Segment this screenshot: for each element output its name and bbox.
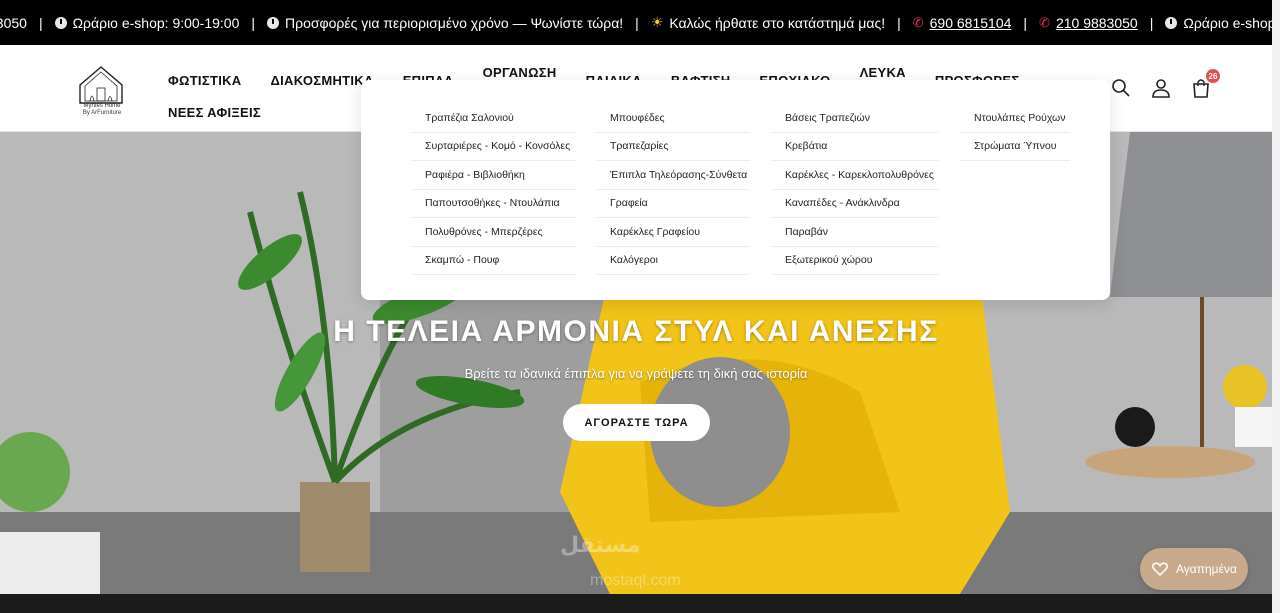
ticker-item: ☀ Καλώς ήρθατε στο κατάστημά μας! [651, 14, 885, 31]
ticker-separator: | [1149, 14, 1154, 31]
ticker-text: Προσφορές για περιορισμένο χρόνο — Ψωνίσ… [285, 14, 624, 31]
phone-icon: ✆ [1039, 14, 1050, 30]
header-icons: 26 [1110, 69, 1220, 99]
hero-title: Η ΤΕΛΕΙΑ ΑΡΜΟΝΙΑ ΣΤΥΛ ΚΑΙ ΑΝΕΣΗΣ [333, 315, 939, 348]
cart-count-badge: 26 [1206, 69, 1220, 83]
mega-menu-item[interactable]: Κρεβάτια [771, 133, 939, 161]
ticker-separator: | [897, 14, 901, 31]
phone-link[interactable]: 210 9883050 [1056, 15, 1138, 31]
favorites-label: Αγαπημένα [1176, 562, 1237, 576]
mega-menu-item[interactable]: Ντουλάπες Ρούχων [960, 104, 1070, 133]
ticker-text: Ωράριο e-shop: 9:00-19:00 [72, 14, 240, 31]
ticker-text: 83050 [0, 14, 27, 31]
cart-button[interactable]: 26 [1190, 69, 1220, 99]
mega-menu-column-4: Ντουλάπες Ρούχων Στρώματα Ύπνου [960, 104, 1070, 161]
nav-item[interactable]: ΝΕΕΣ ΑΦΙΞΕΙΣ [168, 105, 261, 120]
favorites-button[interactable]: Αγαπημένα [1140, 548, 1248, 590]
logo-line2: By ArFurniture [82, 110, 122, 116]
heart-icon [1152, 562, 1168, 576]
ticker-track: 83050 | Ωράριο e-shop: 9:00-19:00 | Προσφορέ… [0, 0, 1275, 45]
mega-menu-item[interactable]: Ραφιέρα - Βιβλιοθήκη [411, 161, 575, 190]
logo-line1: Myrties Home [83, 103, 121, 109]
mega-menu-item[interactable]: Καλόγεροι [596, 247, 750, 275]
ticker-item: 83050 [0, 15, 27, 31]
mega-menu-item[interactable]: Τραπεζαρίες [596, 133, 750, 161]
shop-now-button[interactable]: ΑΓΟΡΑΣΤΕ ΤΩΡΑ [563, 404, 710, 441]
mega-menu-item[interactable]: Μπουφέδες [596, 104, 750, 133]
ticker-separator: | [1023, 14, 1028, 31]
ticker-item[interactable]: ✆ 210 9883050 [1039, 15, 1138, 31]
mega-menu-item[interactable]: Εξωτερικού χώρου [771, 247, 939, 275]
mega-menu-column-2: Μπουφέδες Τραπεζαρίες Έπιπλα Τηλεόρασης-Σύ… [596, 104, 750, 275]
mega-menu-item[interactable]: Παραβάν [771, 218, 939, 247]
phone-icon: ✆ [912, 14, 924, 30]
mega-menu-item[interactable]: Γραφεία [596, 190, 750, 218]
mega-menu-item[interactable]: Παπουτσοθήκες - Ντουλάπια [411, 190, 575, 218]
ticker-item: Ωράριο e-shop [1165, 15, 1275, 31]
mega-menu-item[interactable]: Συρταριέρες - Κομό - Κονσόλες [411, 133, 575, 161]
mega-menu-item[interactable]: Στρώματα Ύπνου [960, 133, 1070, 161]
mega-menu-item[interactable]: Έπιπλα Τηλεόρασης-Σύνθετα [596, 161, 750, 190]
ticker-item[interactable]: ✆ 690 6815104 [913, 15, 1012, 31]
ticker-separator: | [635, 14, 639, 31]
footer-strip [0, 594, 1272, 613]
mega-menu-item[interactable]: Τραπέζια Σαλονιού [411, 104, 575, 133]
nav-item[interactable]: ΔΙΑΚΟΣΜΗΤΙΚΑ [270, 73, 373, 88]
mega-menu-column-1: Τραπέζια Σαλονιού Συρταριέρες - Κομό - Κο… [411, 104, 575, 275]
ticker-item: Ωράριο e-shop: 9:00-19:00 [54, 14, 240, 31]
ticker-separator: | [251, 14, 256, 31]
mega-menu-item[interactable]: Πολυθρόνες - Μπερζέρες [411, 218, 575, 247]
watermark-arabic: مستقل [560, 532, 641, 557]
page-scrollbar[interactable] [1272, 0, 1280, 613]
furniture-mega-menu: Τραπέζια Σαλονιού Συρταριέρες - Κομό - Κο… [361, 80, 1110, 300]
clock-icon [267, 16, 280, 29]
clock-icon [54, 16, 67, 29]
sun-icon: ☀ [650, 14, 664, 30]
watermark-latin: mostaql.com [590, 572, 681, 589]
ticker-separator: | [38, 14, 43, 31]
hero-subtitle: Βρείτε τα ιδανικά έπιπλα για να γράψετε … [464, 366, 808, 381]
announcement-ticker: 83050 | Ωράριο e-shop: 9:00-19:00 | Προσφορέ… [0, 0, 1280, 45]
ticker-text: Καλώς ήρθατε στο κατάστημά μας! [669, 14, 886, 31]
ticker-text: Ωράριο e-shop [1183, 14, 1276, 31]
nav-item[interactable]: ΦΩΤΙΣΤΙΚΑ [168, 73, 241, 88]
mega-menu-column-3: Βάσεις Τραπεζιών Κρεβάτια Καρέκλες - Καρεκ… [771, 104, 939, 275]
ticker-item: Προσφορές για περιορισμένο χρόνο — Ψωνίσ… [267, 15, 623, 31]
phone-link[interactable]: 690 6815104 [930, 15, 1012, 31]
mega-menu-item[interactable]: Σκαμπώ - Πουφ [411, 247, 575, 275]
mega-menu-item[interactable]: Καναπέδες - Ανάκλινδρα [771, 190, 939, 218]
mega-menu-item[interactable]: Καρέκλες Γραφείου [596, 218, 750, 247]
mega-menu-item[interactable]: Καρέκλες - Καρεκλοπολυθρόνες [771, 161, 939, 190]
search-icon[interactable] [1110, 77, 1132, 99]
clock-icon [1165, 16, 1178, 29]
mega-menu-item[interactable]: Βάσεις Τραπεζιών [771, 104, 939, 133]
logo-text: Myrties Home By ArFurniture [74, 103, 130, 117]
user-icon[interactable] [1150, 77, 1172, 99]
